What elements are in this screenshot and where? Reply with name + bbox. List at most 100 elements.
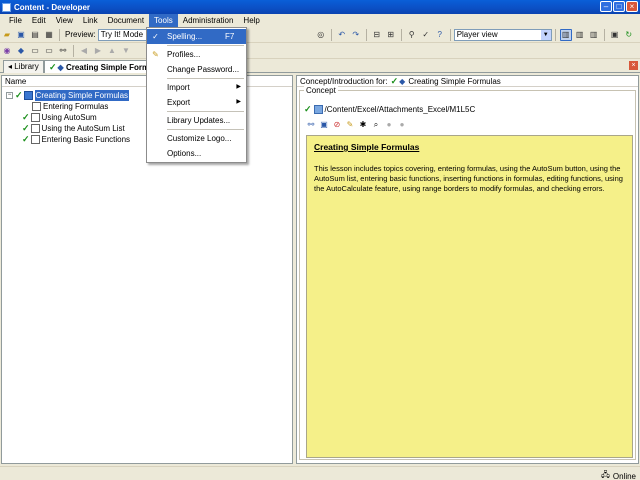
menu-link[interactable]: Link xyxy=(78,14,103,27)
menu-item-export[interactable]: Export ▶ xyxy=(147,95,246,110)
checkmark-icon: ✓ xyxy=(22,112,30,122)
new-document-icon[interactable]: ▭ xyxy=(29,45,41,57)
tree-node-label: Using the AutoSum List xyxy=(41,124,125,133)
move-forward-icon[interactable]: ▶ xyxy=(92,45,104,57)
remove-link-icon[interactable]: ⊘ xyxy=(332,120,342,130)
refresh-icon[interactable]: ↻ xyxy=(623,29,635,41)
binoculars-icon[interactable]: ⚲ xyxy=(406,29,418,41)
attach-icon[interactable]: ▣ xyxy=(319,120,329,130)
attachment-path[interactable]: /Content/Excel/Attachments_Excel/M1L5C xyxy=(325,105,476,114)
menu-edit[interactable]: Edit xyxy=(27,14,51,27)
close-tab-icon[interactable]: × xyxy=(629,61,638,70)
back-icon[interactable]: ● xyxy=(384,120,394,130)
collapse-icon[interactable]: ⊟ xyxy=(371,29,383,41)
menu-item-label: Spelling... xyxy=(167,32,203,41)
menu-item-import[interactable]: Import ▶ xyxy=(147,80,246,95)
spellcheck-icon[interactable]: ✓ xyxy=(420,29,432,41)
window-title: Content - Developer xyxy=(14,2,91,12)
concept-legend: Concept xyxy=(304,86,338,95)
layout-single-icon[interactable]: ▥ xyxy=(559,28,572,41)
document-icon xyxy=(30,124,40,133)
publish-icon[interactable]: ▣ xyxy=(609,29,621,41)
help-icon[interactable]: ? xyxy=(434,29,446,41)
tree-node-child[interactable]: ✓ Using AutoSum xyxy=(22,112,97,123)
close-button[interactable]: × xyxy=(626,1,638,12)
attachment-icon xyxy=(313,105,323,114)
tree-node-label: Using AutoSum xyxy=(41,113,97,122)
menu-view[interactable]: View xyxy=(51,14,78,27)
checkmark-icon: ✓ xyxy=(15,90,23,100)
menu-item-options[interactable]: Options... xyxy=(147,146,246,161)
find-icon[interactable]: ◎ xyxy=(315,29,327,41)
menu-item-shortcut: F7 xyxy=(225,32,235,41)
toolbar-separator xyxy=(554,28,556,41)
menu-item-change-password[interactable]: Change Password... xyxy=(147,62,246,77)
undo-icon[interactable]: ↶ xyxy=(336,29,348,41)
move-back-icon[interactable]: ◀ xyxy=(78,45,90,57)
tree-node-label: Entering Formulas xyxy=(43,102,109,111)
tree-node-child[interactable]: ✓ Using the AutoSum List xyxy=(22,123,125,134)
link-icon[interactable]: ⚯ xyxy=(306,120,316,130)
move-up-icon[interactable]: ▲ xyxy=(106,45,118,57)
preview-icon[interactable]: ⌕ xyxy=(371,120,381,130)
redo-icon[interactable]: ↷ xyxy=(350,29,362,41)
library-icon[interactable]: ◉ xyxy=(1,45,13,57)
app-icon xyxy=(2,2,11,12)
menu-separator xyxy=(167,129,244,130)
checkmark-icon: ✓ xyxy=(22,134,30,144)
toolbar-separator xyxy=(365,28,367,41)
menu-item-label: Profiles... xyxy=(167,50,201,59)
minimize-button[interactable]: – xyxy=(600,1,612,12)
new-topic-icon[interactable]: ▭ xyxy=(43,45,55,57)
chevron-down-icon: ▼ xyxy=(540,29,551,40)
properties-icon[interactable]: ▦ xyxy=(43,29,55,41)
expand-icon[interactable]: ⊞ xyxy=(385,29,397,41)
forward-icon[interactable]: ● xyxy=(397,120,407,130)
tree-node-root[interactable]: − ✓ Creating Simple Formulas xyxy=(6,90,130,101)
menu-item-library-updates[interactable]: Library Updates... xyxy=(147,113,246,128)
menu-item-profiles[interactable]: ✎ Profiles... xyxy=(147,47,246,62)
edit-icon[interactable]: ✎ xyxy=(345,120,355,130)
tab-library[interactable]: ◂ Library xyxy=(3,60,44,73)
layout-columns-icon[interactable]: ▥ xyxy=(588,29,600,41)
checkmark-icon: ✓ xyxy=(390,75,399,86)
main-toolbar: ▰ ▣ ▤ ▦ Preview: Try It! Mode ◎ ↶ ↷ ⊟ ⊞ … xyxy=(0,27,640,43)
menu-item-label: Export xyxy=(167,98,191,107)
outline-icon[interactable]: ◆ xyxy=(15,45,27,57)
checkmark-icon: ✓ xyxy=(304,104,312,114)
player-view-select[interactable]: Player view ▼ xyxy=(453,28,552,41)
outline-icon: ◆ xyxy=(57,63,64,72)
collapse-toggle-icon[interactable]: − xyxy=(6,92,13,99)
menu-separator xyxy=(167,111,244,112)
toolbar-separator xyxy=(330,28,332,41)
menu-administration[interactable]: Administration xyxy=(178,14,239,27)
status-bar: 🖧 Online xyxy=(0,466,640,480)
tab-creating-simple-formulas[interactable]: ✓◆ Creating Simple Formulas xyxy=(44,60,148,73)
link-icon[interactable]: ⚯ xyxy=(57,45,69,57)
menu-document[interactable]: Document xyxy=(103,14,149,27)
menu-item-label: Change Password... xyxy=(167,65,240,74)
menu-item-spelling[interactable]: ✓ Spelling... F7 xyxy=(147,29,246,44)
package-icon[interactable]: ✱ xyxy=(358,120,368,130)
tree-node-child[interactable]: ✓ Entering Basic Functions xyxy=(22,134,130,145)
checkmark-icon: ✓ xyxy=(49,62,57,72)
menu-file[interactable]: File xyxy=(4,14,27,27)
layout-split-icon[interactable]: ▥ xyxy=(574,29,586,41)
concept-header-prefix: Concept/Introduction for: xyxy=(300,76,388,86)
online-label: Online xyxy=(612,471,636,480)
print-icon[interactable]: ▤ xyxy=(29,29,41,41)
open-folder-icon[interactable]: ▰ xyxy=(1,29,13,41)
maximize-button[interactable]: □ xyxy=(613,1,625,12)
document-tabs: ◂ Library ✓◆ Creating Simple Formulas × xyxy=(0,59,640,73)
tree-node-child[interactable]: Entering Formulas xyxy=(32,101,108,112)
menu-item-label: Import xyxy=(167,83,190,92)
concept-content[interactable]: Creating Simple Formulas This lesson inc… xyxy=(306,135,633,458)
move-down-icon[interactable]: ▼ xyxy=(120,45,132,57)
menu-tools[interactable]: Tools xyxy=(149,14,178,27)
menu-separator xyxy=(167,45,244,46)
menu-item-customize-logo[interactable]: Customize Logo... xyxy=(147,131,246,146)
save-icon[interactable]: ▣ xyxy=(15,29,27,41)
menu-help[interactable]: Help xyxy=(238,14,264,27)
library-tab-icon: ◂ xyxy=(8,62,13,71)
menu-item-label: Options... xyxy=(167,149,202,158)
